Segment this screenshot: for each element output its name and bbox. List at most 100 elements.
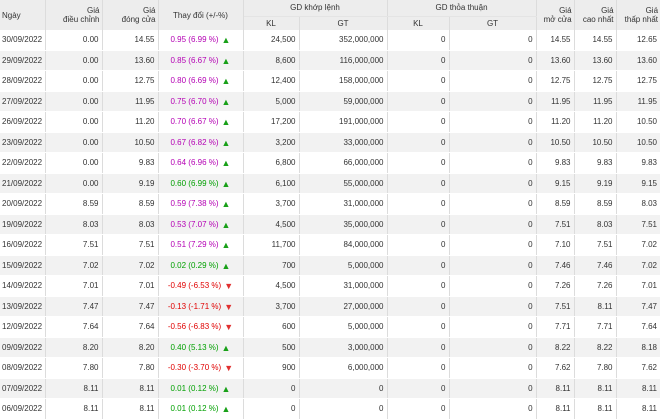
matched-value-cell: 158,000,000 xyxy=(299,70,388,92)
change-cell: 0.02 (0.29 %) ▲ xyxy=(158,255,244,276)
change-cell-text: 0.59 (7.38 %) xyxy=(170,199,219,209)
table-row: 08/09/2022 7.80 7.80 -0.30 (-3.70 %) ▼ 900 6,0… xyxy=(0,357,660,379)
negotiated-volume-cell: 0 xyxy=(387,91,450,112)
adj-close-cell-text: 7.64 xyxy=(82,322,99,332)
close-cell: 7.47 xyxy=(102,296,159,317)
matched-value-cell-text: 158,000,000 xyxy=(339,76,384,86)
table-row: 27/09/2022 0.00 11.95 0.75 (6.70 %) ▲ 5,000 59… xyxy=(0,91,660,112)
col-adj-close-header[interactable]: Giá điều chỉnh xyxy=(45,0,103,30)
high-cell-text: 8.22 xyxy=(596,342,613,352)
high-cell-text: 13.60 xyxy=(592,55,613,65)
high-cell-text: 14.55 xyxy=(592,35,613,45)
low-cell: 7.51 xyxy=(616,214,660,235)
matched-volume-cell: 700 xyxy=(243,255,300,276)
arrow-up-icon: ▲ xyxy=(221,76,231,87)
matched-volume-cell-text: 5,000 xyxy=(275,96,296,106)
col-change-header[interactable]: Thay đổi (+/-%) xyxy=(158,0,244,30)
open-cell-text: 12.75 xyxy=(550,76,571,86)
negotiated-volume-cell-text: 0 xyxy=(441,383,446,393)
high-cell-text: 8.11 xyxy=(597,301,613,311)
high-cell: 8.59 xyxy=(574,193,617,215)
matched-volume-cell: 3,700 xyxy=(243,193,300,215)
open-cell: 7.26 xyxy=(536,275,575,297)
close-cell: 14.55 xyxy=(102,30,159,51)
high-cell-text: 10.50 xyxy=(592,137,613,147)
col-matched-kl-header[interactable]: KL xyxy=(243,16,300,30)
matched-volume-cell-text: 6,100 xyxy=(275,178,296,188)
matched-value-cell-text: 5,000,000 xyxy=(347,260,384,270)
adj-close-cell: 0.00 xyxy=(45,132,103,153)
open-cell: 7.10 xyxy=(536,234,575,256)
negotiated-value-cell-text: 0 xyxy=(528,35,533,45)
adj-close-cell: 0.00 xyxy=(45,152,103,174)
adj-close-cell: 0.00 xyxy=(45,111,103,133)
matched-value-cell-text: 35,000,000 xyxy=(343,219,384,229)
matched-value-cell: 6,000,000 xyxy=(299,357,388,379)
date-cell-text: 20/09/2022 xyxy=(2,199,43,209)
col-open-header[interactable]: Giá mở cửa xyxy=(536,0,575,30)
col-high-header[interactable]: Giá cao nhất xyxy=(574,0,617,30)
arrow-up-icon: ▲ xyxy=(221,260,231,271)
negotiated-volume-cell-text: 0 xyxy=(441,240,446,250)
date-cell-text: 08/09/2022 xyxy=(2,363,43,373)
matched-volume-cell-text: 600 xyxy=(282,322,296,332)
adj-close-cell-text: 7.01 xyxy=(82,281,99,291)
col-low-header[interactable]: Giá thấp nhất xyxy=(616,0,660,30)
negotiated-value-cell: 0 xyxy=(449,70,537,92)
col-negotiated-kl-header[interactable]: KL xyxy=(387,16,450,30)
adj-close-cell: 8.03 xyxy=(45,214,103,235)
low-cell-text: 7.51 xyxy=(641,219,658,229)
low-cell: 7.01 xyxy=(616,275,660,297)
close-cell: 8.03 xyxy=(102,214,159,235)
low-cell-text: 7.47 xyxy=(641,301,658,311)
arrow-up-icon: ▲ xyxy=(221,158,231,169)
negotiated-volume-cell: 0 xyxy=(387,152,450,174)
negotiated-value-cell: 0 xyxy=(449,255,537,276)
high-cell: 12.75 xyxy=(574,70,617,92)
negotiated-volume-cell-text: 0 xyxy=(441,137,446,147)
close-cell: 7.01 xyxy=(102,275,159,297)
col-close-header[interactable]: Giá đóng cửa xyxy=(102,0,159,30)
col-date-header[interactable]: Ngày xyxy=(0,0,46,30)
arrow-up-icon: ▲ xyxy=(221,35,231,46)
matched-value-cell: 352,000,000 xyxy=(299,30,388,51)
low-cell-text: 10.50 xyxy=(636,137,658,147)
matched-value-cell: 5,000,000 xyxy=(299,255,388,276)
close-cell-text: 7.47 xyxy=(138,301,155,311)
low-cell: 8.11 xyxy=(616,378,660,399)
adj-close-cell-text: 0.00 xyxy=(82,158,99,168)
high-cell-text: 7.51 xyxy=(596,240,613,250)
date-cell: 27/09/2022 xyxy=(0,91,46,112)
high-cell: 8.11 xyxy=(574,296,617,317)
matched-value-cell: 31,000,000 xyxy=(299,193,388,215)
low-cell: 8.11 xyxy=(616,398,660,420)
high-cell: 10.50 xyxy=(574,132,617,153)
change-cell: 0.67 (6.82 %) ▲ xyxy=(158,132,244,153)
open-cell: 11.95 xyxy=(536,91,575,112)
high-cell: 9.83 xyxy=(574,152,617,174)
open-cell-text: 7.46 xyxy=(554,260,571,270)
negotiated-volume-cell-text: 0 xyxy=(441,96,446,106)
table-row: 20/09/2022 8.59 8.59 0.59 (7.38 %) ▲ 3,700 31,… xyxy=(0,193,660,215)
col-negotiated-gt-header[interactable]: GT xyxy=(449,16,537,30)
adj-close-cell-text: 7.02 xyxy=(82,260,99,270)
matched-volume-cell-text: 4,500 xyxy=(275,219,296,229)
negotiated-value-cell: 0 xyxy=(449,193,537,215)
open-cell-text: 8.11 xyxy=(555,404,571,414)
date-cell-text: 07/09/2022 xyxy=(2,383,43,393)
high-cell-text: 11.20 xyxy=(593,117,613,127)
open-cell: 8.11 xyxy=(536,378,575,399)
close-cell-text: 9.19 xyxy=(138,178,155,188)
negotiated-value-cell-text: 0 xyxy=(528,363,533,373)
change-cell-text: 0.02 (0.29 %) xyxy=(170,260,219,270)
date-cell-text: 06/09/2022 xyxy=(2,404,43,414)
adj-close-cell: 8.11 xyxy=(45,378,103,399)
matched-volume-cell-text: 8,600 xyxy=(275,55,296,65)
change-cell: 0.64 (6.96 %) ▲ xyxy=(158,152,244,174)
high-cell-text: 7.71 xyxy=(596,322,613,332)
matched-value-cell-text: 5,000,000 xyxy=(347,322,384,332)
col-matched-gt-header[interactable]: GT xyxy=(299,16,388,30)
adj-close-cell-text: 0.00 xyxy=(82,55,99,65)
negotiated-volume-cell: 0 xyxy=(387,132,450,153)
negotiated-volume-cell: 0 xyxy=(387,296,450,317)
